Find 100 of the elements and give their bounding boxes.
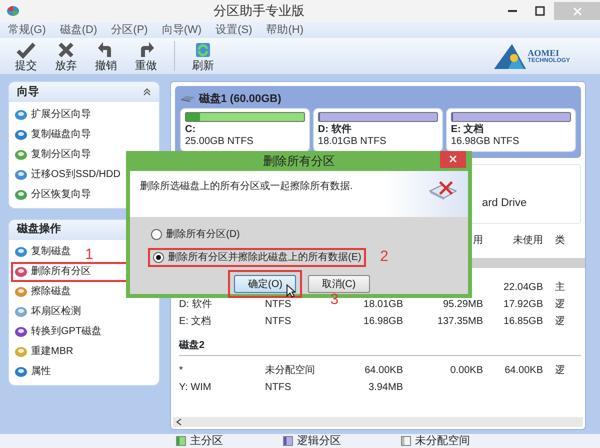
table-cell: 逻 (555, 316, 565, 327)
sidebar-item[interactable]: 复制磁盘 (28, 245, 71, 260)
sidebar-item[interactable]: 分区恢复向导 (28, 188, 91, 202)
radio-button[interactable] (151, 229, 162, 240)
sidebar-item[interactable]: 坏扇区检测 (28, 305, 81, 320)
column-header: 用 (473, 235, 483, 246)
menu-item[interactable]: 分区(P) (111, 22, 148, 38)
partition-info: 16.98GB NTFS (450, 136, 520, 148)
legend-label: 未分配空间 (415, 434, 470, 448)
sidebar-item[interactable]: 删除所有分区 (28, 265, 91, 280)
disk-icon (14, 346, 28, 358)
menu-item[interactable]: 常规(G) (8, 22, 46, 38)
disk-info-text: ard Drive (482, 197, 527, 209)
menu-item[interactable]: 帮助(H) (266, 22, 304, 38)
toolbar-button[interactable]: 撤销 (86, 40, 126, 72)
table-cell: 未分配空间 (265, 365, 315, 376)
toolbar-button[interactable]: 重做 (126, 40, 166, 72)
disk-delete-icon (428, 179, 458, 201)
partition-card[interactable]: D: 软件 18.01GB NTFS (312, 108, 444, 152)
group-title: 磁盘2 (179, 338, 205, 353)
table-cell: D: 软件 (179, 299, 212, 310)
maximize-icon (535, 6, 545, 16)
table-cell: 16.85GB (504, 316, 543, 327)
disk-icon (14, 366, 28, 378)
column-header: 未使用 (513, 235, 543, 246)
table-cell: 17.92GB (504, 299, 543, 310)
partition-name: E: 文档 (450, 124, 485, 136)
disk-icon (14, 246, 28, 258)
table-cell: 主 (555, 282, 565, 293)
drive-icon (180, 95, 196, 103)
table-cell: 22.04GB (504, 282, 543, 293)
sidebar-item[interactable]: 迁移OS到SSD/HDD (28, 168, 120, 182)
dialog-button[interactable]: 确定(O) (234, 275, 296, 293)
radio-option[interactable]: 删除所有分区并擦除此磁盘上的所有数据(E) (150, 250, 364, 265)
table-cell: E: 文档 (179, 316, 212, 327)
disk-title: 磁盘1 (60.00GB) (198, 92, 282, 107)
close-icon (449, 155, 457, 164)
app-icon (6, 5, 20, 17)
legend-swatch (401, 436, 411, 446)
table-cell: * (179, 365, 183, 376)
menu-item[interactable]: 向导(W) (162, 22, 202, 38)
close-button[interactable] (440, 151, 466, 168)
table-cell: Y: WIM (179, 382, 212, 393)
table-cell: 16.98GB (364, 316, 403, 327)
toolbar-button[interactable]: 提交 (6, 40, 46, 72)
table-cell: 64.00KB (364, 365, 403, 376)
table-cell: NTFS (265, 382, 292, 393)
radio-button[interactable] (153, 252, 164, 263)
disk-icon (14, 286, 28, 298)
table-cell: 64.00KB (504, 365, 543, 376)
table-cell: 3.94MB (368, 382, 403, 393)
dialog-title: 删除所有分区 (263, 153, 335, 170)
radio-option[interactable]: 删除所有分区(D) (148, 227, 243, 242)
legend-label: 主分区 (190, 434, 223, 448)
sidebar-item[interactable]: 复制分区向导 (28, 148, 91, 162)
partition-name: D: 软件 (318, 124, 352, 136)
dialog-message: 删除所选磁盘上的所有分区或一起擦除所有数据. (140, 180, 353, 194)
menu-item[interactable]: 磁盘(D) (60, 22, 98, 38)
window-title: 分区助手专业版 (214, 3, 304, 18)
disk-icon (14, 168, 28, 181)
legend-swatch (176, 436, 186, 446)
table-cell: 137.35MB (437, 316, 483, 327)
sidebar-item[interactable]: 重建MBR (28, 345, 74, 360)
table-cell: 逻 (555, 299, 565, 310)
disk-icon (14, 128, 28, 141)
table-cell: 逻 (555, 365, 565, 376)
column-header: 类 (555, 235, 565, 246)
cursor-icon (286, 284, 296, 298)
partition-name: C: (185, 124, 197, 136)
disk-icon (14, 326, 28, 338)
logo-text: AOMEI (528, 48, 560, 58)
table-cell: 0.00KB (450, 365, 483, 376)
minimize-icon (508, 10, 516, 12)
table-cell: 95.29MB (442, 299, 483, 310)
sidebar-item[interactable]: 属性 (28, 365, 51, 380)
scrollbar[interactable] (173, 417, 583, 427)
dialog-button[interactable]: 取消(C) (308, 275, 370, 293)
step-number: 2 (380, 249, 388, 264)
table-cell: 18.01GB (364, 299, 403, 310)
toolbar-button[interactable]: 刷新 (183, 40, 223, 72)
panel-title: 磁盘操作 (17, 222, 61, 238)
sidebar-item[interactable]: 复制磁盘向导 (28, 128, 91, 142)
table-cell: NTFS (265, 316, 292, 327)
sidebar-item[interactable]: 擦除磁盘 (28, 285, 71, 300)
legend-swatch (283, 436, 293, 446)
disk-icon (14, 188, 28, 201)
step-number: 1 (85, 247, 94, 262)
menu-item[interactable]: 设置(S) (216, 22, 252, 38)
toolbar-button[interactable]: 放弃 (46, 40, 86, 72)
sidebar-item[interactable]: 扩展分区向导 (28, 108, 91, 122)
panel-title: 向导 (17, 84, 39, 100)
disk-icon (14, 306, 28, 318)
partition-card[interactable]: C: 25.00GB NTFS (180, 108, 310, 152)
partition-card[interactable]: E: 文档 16.98GB NTFS (446, 108, 576, 152)
sidebar-item[interactable]: 转换到GPT磁盘 (28, 325, 102, 340)
disk-icon (14, 266, 28, 278)
partition-info: 18.01GB NTFS (318, 136, 388, 148)
disk-icon (14, 108, 28, 121)
partition-info: 25.00GB NTFS (185, 136, 254, 148)
cross-icon (56, 40, 76, 60)
